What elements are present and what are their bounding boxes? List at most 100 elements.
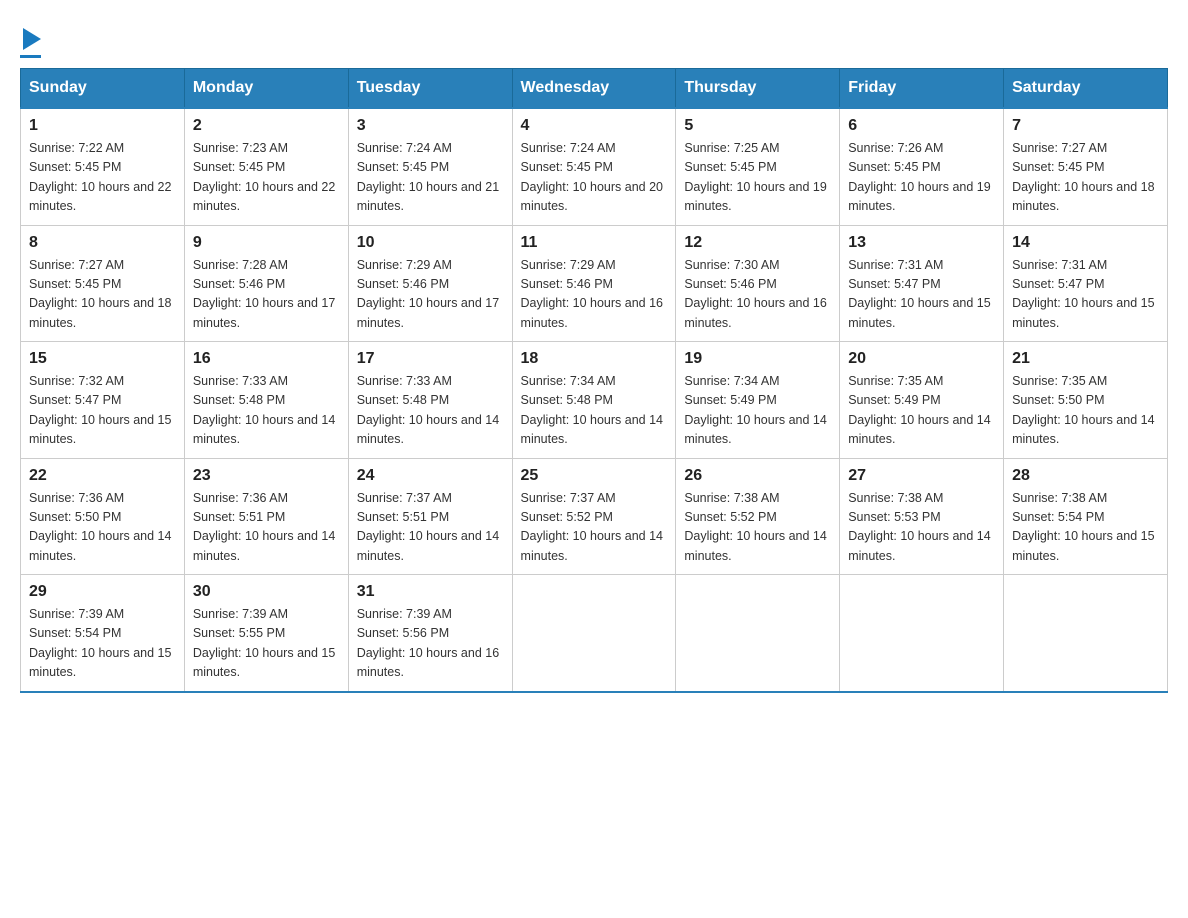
calendar-day-cell: 27 Sunrise: 7:38 AM Sunset: 5:53 PM Dayl… — [840, 458, 1004, 575]
daylight-label: Daylight: 10 hours and 17 minutes. — [357, 296, 499, 329]
day-info: Sunrise: 7:36 AM Sunset: 5:51 PM Dayligh… — [193, 489, 340, 567]
sunrise-label: Sunrise: 7:39 AM — [29, 607, 124, 621]
day-info: Sunrise: 7:34 AM Sunset: 5:48 PM Dayligh… — [521, 372, 668, 450]
day-number: 24 — [357, 467, 504, 485]
daylight-label: Daylight: 10 hours and 14 minutes. — [193, 529, 335, 562]
day-info: Sunrise: 7:35 AM Sunset: 5:49 PM Dayligh… — [848, 372, 995, 450]
day-number: 28 — [1012, 467, 1159, 485]
sunrise-label: Sunrise: 7:36 AM — [193, 491, 288, 505]
sunrise-label: Sunrise: 7:32 AM — [29, 374, 124, 388]
day-number: 15 — [29, 350, 176, 368]
daylight-label: Daylight: 10 hours and 15 minutes. — [1012, 529, 1154, 562]
sunset-label: Sunset: 5:49 PM — [848, 393, 940, 407]
day-info: Sunrise: 7:39 AM Sunset: 5:55 PM Dayligh… — [193, 605, 340, 683]
calendar-table: SundayMondayTuesdayWednesdayThursdayFrid… — [20, 68, 1168, 693]
day-number: 14 — [1012, 234, 1159, 252]
calendar-day-cell: 13 Sunrise: 7:31 AM Sunset: 5:47 PM Dayl… — [840, 225, 1004, 342]
daylight-label: Daylight: 10 hours and 21 minutes. — [357, 180, 499, 213]
sunset-label: Sunset: 5:47 PM — [1012, 277, 1104, 291]
daylight-label: Daylight: 10 hours and 19 minutes. — [684, 180, 826, 213]
calendar-day-cell: 26 Sunrise: 7:38 AM Sunset: 5:52 PM Dayl… — [676, 458, 840, 575]
day-number: 31 — [357, 583, 504, 601]
day-info: Sunrise: 7:23 AM Sunset: 5:45 PM Dayligh… — [193, 139, 340, 217]
calendar-day-cell: 8 Sunrise: 7:27 AM Sunset: 5:45 PM Dayli… — [21, 225, 185, 342]
sunset-label: Sunset: 5:55 PM — [193, 626, 285, 640]
calendar-day-cell: 22 Sunrise: 7:36 AM Sunset: 5:50 PM Dayl… — [21, 458, 185, 575]
calendar-day-cell: 25 Sunrise: 7:37 AM Sunset: 5:52 PM Dayl… — [512, 458, 676, 575]
sunset-label: Sunset: 5:46 PM — [357, 277, 449, 291]
sunset-label: Sunset: 5:52 PM — [521, 510, 613, 524]
day-info: Sunrise: 7:28 AM Sunset: 5:46 PM Dayligh… — [193, 256, 340, 334]
daylight-label: Daylight: 10 hours and 16 minutes. — [684, 296, 826, 329]
sunrise-label: Sunrise: 7:29 AM — [357, 258, 452, 272]
sunrise-label: Sunrise: 7:31 AM — [1012, 258, 1107, 272]
day-number: 18 — [521, 350, 668, 368]
day-info: Sunrise: 7:34 AM Sunset: 5:49 PM Dayligh… — [684, 372, 831, 450]
sunrise-label: Sunrise: 7:24 AM — [521, 141, 616, 155]
sunrise-label: Sunrise: 7:34 AM — [521, 374, 616, 388]
day-info: Sunrise: 7:39 AM Sunset: 5:56 PM Dayligh… — [357, 605, 504, 683]
sunrise-label: Sunrise: 7:36 AM — [29, 491, 124, 505]
day-number: 8 — [29, 234, 176, 252]
day-number: 27 — [848, 467, 995, 485]
sunrise-label: Sunrise: 7:35 AM — [848, 374, 943, 388]
sunrise-label: Sunrise: 7:38 AM — [848, 491, 943, 505]
day-info: Sunrise: 7:29 AM Sunset: 5:46 PM Dayligh… — [357, 256, 504, 334]
logo — [20, 28, 41, 58]
sunrise-label: Sunrise: 7:37 AM — [521, 491, 616, 505]
daylight-label: Daylight: 10 hours and 15 minutes. — [1012, 296, 1154, 329]
day-info: Sunrise: 7:37 AM Sunset: 5:52 PM Dayligh… — [521, 489, 668, 567]
sunrise-label: Sunrise: 7:34 AM — [684, 374, 779, 388]
sunrise-label: Sunrise: 7:39 AM — [357, 607, 452, 621]
calendar-day-cell — [512, 575, 676, 692]
daylight-label: Daylight: 10 hours and 14 minutes. — [684, 413, 826, 446]
sunrise-label: Sunrise: 7:28 AM — [193, 258, 288, 272]
calendar-day-cell: 19 Sunrise: 7:34 AM Sunset: 5:49 PM Dayl… — [676, 342, 840, 459]
calendar-week-row: 1 Sunrise: 7:22 AM Sunset: 5:45 PM Dayli… — [21, 108, 1168, 225]
day-number: 12 — [684, 234, 831, 252]
sunrise-label: Sunrise: 7:38 AM — [684, 491, 779, 505]
calendar-day-cell — [1004, 575, 1168, 692]
day-number: 19 — [684, 350, 831, 368]
daylight-label: Daylight: 10 hours and 14 minutes. — [848, 529, 990, 562]
daylight-label: Daylight: 10 hours and 18 minutes. — [1012, 180, 1154, 213]
sunset-label: Sunset: 5:46 PM — [193, 277, 285, 291]
day-number: 7 — [1012, 117, 1159, 135]
day-info: Sunrise: 7:36 AM Sunset: 5:50 PM Dayligh… — [29, 489, 176, 567]
sunset-label: Sunset: 5:45 PM — [193, 160, 285, 174]
daylight-label: Daylight: 10 hours and 18 minutes. — [29, 296, 171, 329]
sunrise-label: Sunrise: 7:35 AM — [1012, 374, 1107, 388]
day-number: 4 — [521, 117, 668, 135]
day-of-week-header: Tuesday — [348, 69, 512, 109]
sunset-label: Sunset: 5:45 PM — [521, 160, 613, 174]
day-number: 3 — [357, 117, 504, 135]
day-info: Sunrise: 7:25 AM Sunset: 5:45 PM Dayligh… — [684, 139, 831, 217]
day-number: 22 — [29, 467, 176, 485]
sunset-label: Sunset: 5:45 PM — [1012, 160, 1104, 174]
day-number: 17 — [357, 350, 504, 368]
sunset-label: Sunset: 5:52 PM — [684, 510, 776, 524]
day-info: Sunrise: 7:39 AM Sunset: 5:54 PM Dayligh… — [29, 605, 176, 683]
calendar-week-row: 8 Sunrise: 7:27 AM Sunset: 5:45 PM Dayli… — [21, 225, 1168, 342]
sunrise-label: Sunrise: 7:29 AM — [521, 258, 616, 272]
day-number: 20 — [848, 350, 995, 368]
daylight-label: Daylight: 10 hours and 14 minutes. — [684, 529, 826, 562]
sunrise-label: Sunrise: 7:24 AM — [357, 141, 452, 155]
day-info: Sunrise: 7:31 AM Sunset: 5:47 PM Dayligh… — [848, 256, 995, 334]
day-info: Sunrise: 7:37 AM Sunset: 5:51 PM Dayligh… — [357, 489, 504, 567]
sunrise-label: Sunrise: 7:27 AM — [29, 258, 124, 272]
day-number: 23 — [193, 467, 340, 485]
daylight-label: Daylight: 10 hours and 14 minutes. — [357, 413, 499, 446]
daylight-label: Daylight: 10 hours and 15 minutes. — [29, 413, 171, 446]
sunset-label: Sunset: 5:50 PM — [29, 510, 121, 524]
daylight-label: Daylight: 10 hours and 15 minutes. — [29, 646, 171, 679]
day-number: 9 — [193, 234, 340, 252]
calendar-day-cell: 20 Sunrise: 7:35 AM Sunset: 5:49 PM Dayl… — [840, 342, 1004, 459]
sunrise-label: Sunrise: 7:38 AM — [1012, 491, 1107, 505]
day-info: Sunrise: 7:38 AM Sunset: 5:53 PM Dayligh… — [848, 489, 995, 567]
daylight-label: Daylight: 10 hours and 15 minutes. — [193, 646, 335, 679]
daylight-label: Daylight: 10 hours and 16 minutes. — [521, 296, 663, 329]
sunset-label: Sunset: 5:53 PM — [848, 510, 940, 524]
sunset-label: Sunset: 5:45 PM — [848, 160, 940, 174]
day-of-week-header: Wednesday — [512, 69, 676, 109]
